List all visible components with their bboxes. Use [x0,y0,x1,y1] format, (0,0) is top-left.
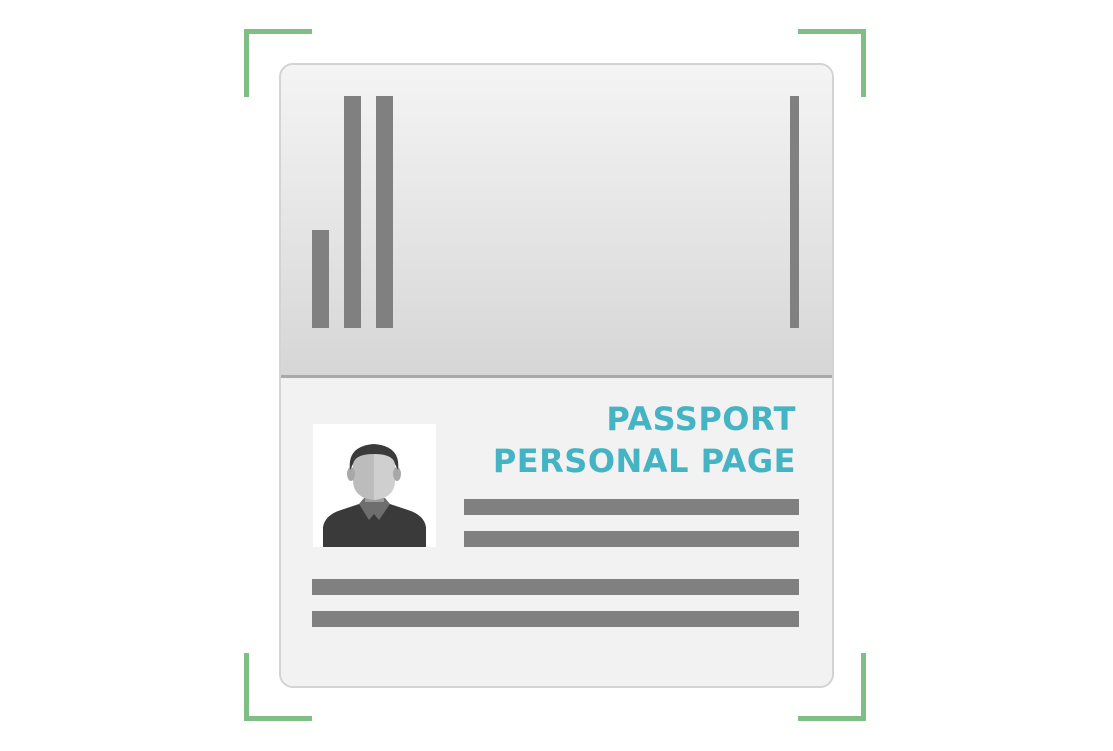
text-placeholder-line [312,579,799,595]
passport-document: PASSPORT PERSONAL PAGE [279,63,834,688]
barcode-bar [344,96,361,328]
barcode-bar [312,230,329,328]
page-title-line-1: PASSPORT [606,400,796,438]
barcode-bar [790,96,799,328]
text-placeholder-line [464,531,799,547]
portrait-photo [313,424,436,547]
barcode-bar [376,96,393,328]
page-title-line-2: PERSONAL PAGE [492,442,796,480]
text-placeholder-line [312,611,799,627]
page-title: PASSPORT PERSONAL PAGE [493,398,796,482]
person-silhouette-icon [323,444,426,547]
passport-top-page [281,65,832,375]
text-placeholder-line [464,499,799,515]
